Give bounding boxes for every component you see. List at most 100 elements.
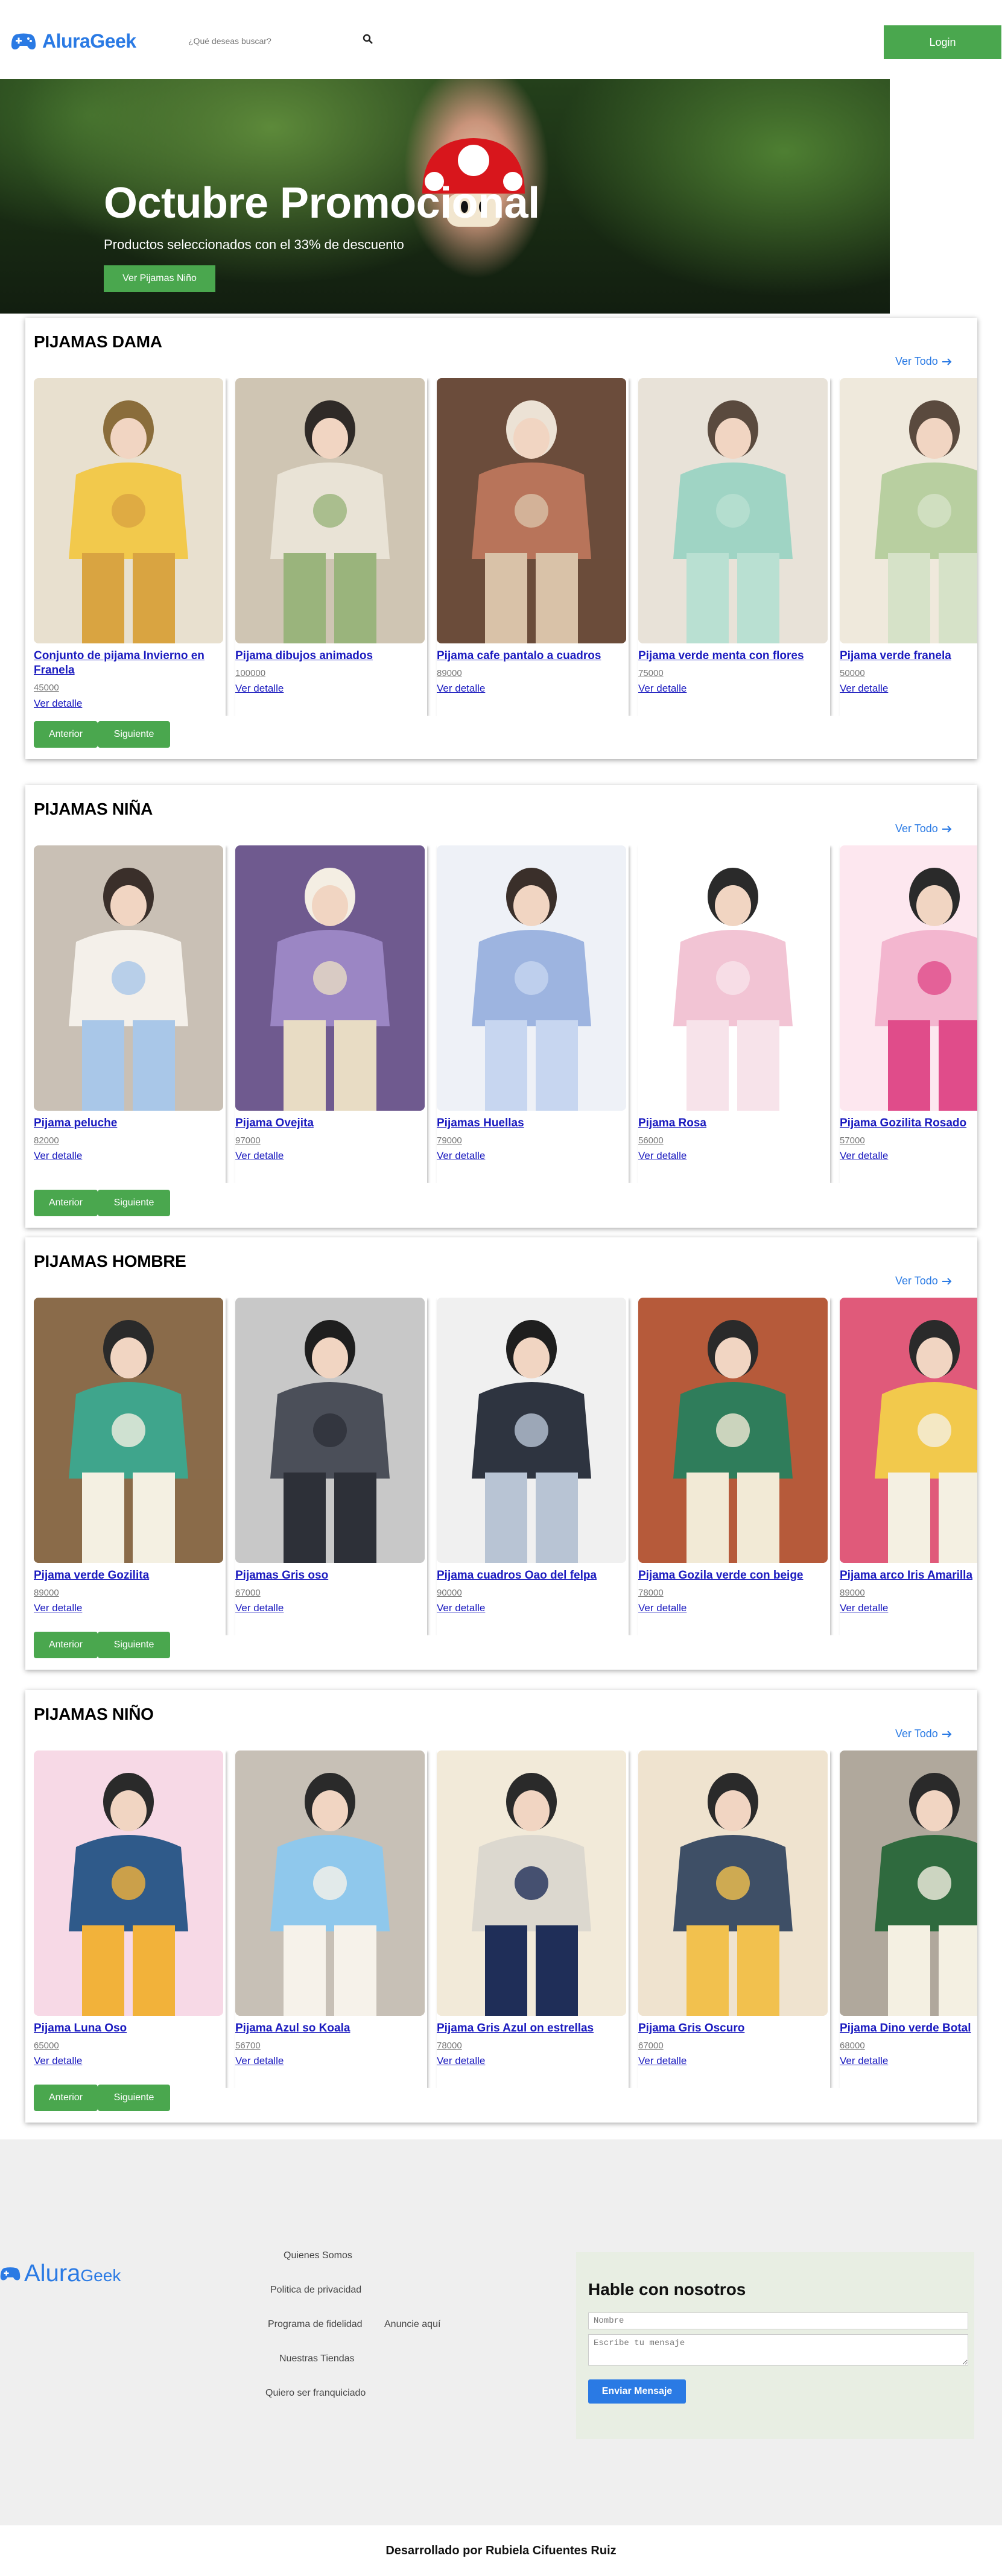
ver-detalle-link[interactable]: Ver detalle — [840, 1150, 888, 1162]
product-image[interactable] — [34, 845, 223, 1111]
ver-detalle-link[interactable]: Ver detalle — [34, 698, 82, 710]
product-image[interactable] — [34, 1750, 223, 2016]
product-name-link[interactable]: Pijama Gris Oscuro — [638, 2021, 830, 2036]
footer-link-privacidad[interactable]: Politica de privacidad — [270, 2285, 361, 2296]
ver-todo-link[interactable]: Ver Todo — [895, 822, 953, 835]
ver-todo-label: Ver Todo — [895, 1728, 938, 1740]
product-image[interactable] — [638, 378, 828, 643]
product-image[interactable] — [34, 1298, 223, 1563]
product-price: 68000 — [840, 2041, 865, 2051]
footer-link-anuncie[interactable]: Anuncie aquí — [384, 2319, 440, 2330]
ver-detalle-link[interactable]: Ver detalle — [34, 2055, 82, 2067]
product-image[interactable] — [840, 1750, 977, 2016]
ver-detalle-link[interactable]: Ver detalle — [638, 1602, 686, 1614]
product-image[interactable] — [437, 845, 626, 1111]
ver-todo-link[interactable]: Ver Todo — [895, 1275, 953, 1287]
ver-detalle-link[interactable]: Ver detalle — [840, 1602, 888, 1614]
product-price: 89000 — [840, 1588, 865, 1598]
product-price: 82000 — [34, 1135, 59, 1146]
section-pijamas-niña: PIJAMAS NIÑA Ver Todo Pijama peluche 82000 V… — [25, 785, 977, 1228]
footer-link-franquiciado[interactable]: Quiero ser franquiciado — [265, 2388, 366, 2399]
ver-detalle-link[interactable]: Ver detalle — [840, 683, 888, 695]
product-card: Pijama Dino verde Botal 68000 Ver detalle — [840, 1750, 977, 2088]
ver-detalle-link[interactable]: Ver detalle — [638, 683, 686, 695]
contact-name-input[interactable] — [588, 2312, 968, 2329]
product-name-link[interactable]: Pijama Gozilita Rosado — [840, 1116, 977, 1131]
ver-detalle-link[interactable]: Ver detalle — [34, 1150, 82, 1162]
product-image[interactable] — [235, 845, 425, 1111]
product-name-link[interactable]: Pijama cuadros Oao del felpa — [437, 1568, 629, 1583]
product-image[interactable] — [840, 378, 977, 643]
product-name-link[interactable]: Pijama peluche — [34, 1116, 226, 1131]
product-price: 57000 — [840, 1135, 865, 1146]
product-name-link[interactable]: Pijamas Gris oso — [235, 1568, 427, 1583]
product-name-link[interactable]: Pijama arco Iris Amarilla — [840, 1568, 977, 1583]
product-name-link[interactable]: Pijama cafe pantalo a cuadros — [437, 649, 629, 663]
siguiente-button[interactable]: Siguiente — [98, 2085, 170, 2111]
product-image[interactable] — [638, 845, 828, 1111]
footer-link-quienes-somos[interactable]: Quienes Somos — [284, 2250, 352, 2261]
product-image[interactable] — [34, 378, 223, 643]
section-title: PIJAMAS NIÑO — [34, 1705, 154, 1723]
ver-detalle-link[interactable]: Ver detalle — [638, 2055, 686, 2067]
product-card: Pijama Azul so Koala 56700 Ver detalle — [235, 1750, 428, 2088]
product-image[interactable] — [638, 1298, 828, 1563]
product-name-link[interactable]: Pijama verde franela — [840, 649, 977, 663]
product-name-link[interactable]: Pijama Gris Azul on estrellas — [437, 2021, 629, 2036]
anterior-button[interactable]: Anterior — [34, 2085, 98, 2111]
ver-detalle-link[interactable]: Ver detalle — [235, 1150, 284, 1162]
anterior-button[interactable]: Anterior — [34, 721, 98, 748]
ver-detalle-link[interactable]: Ver detalle — [437, 1150, 485, 1162]
ver-detalle-link[interactable]: Ver detalle — [235, 1602, 284, 1614]
product-name-link[interactable]: Pijamas Huellas — [437, 1116, 629, 1131]
anterior-button[interactable]: Anterior — [34, 1190, 98, 1216]
ver-detalle-link[interactable]: Ver detalle — [437, 2055, 485, 2067]
product-image[interactable] — [638, 1750, 828, 2016]
ver-detalle-link[interactable]: Ver detalle — [437, 1602, 485, 1614]
ver-detalle-link[interactable]: Ver detalle — [840, 2055, 888, 2067]
product-image[interactable] — [235, 1750, 425, 2016]
ver-detalle-link[interactable]: Ver detalle — [235, 683, 284, 695]
siguiente-button[interactable]: Siguiente — [98, 1632, 170, 1658]
ver-detalle-link[interactable]: Ver detalle — [638, 1150, 686, 1162]
logo[interactable]: AluraGeek — [11, 30, 136, 52]
product-name-link[interactable]: Pijama Luna Oso — [34, 2021, 226, 2036]
product-name-link[interactable]: Pijama Ovejita — [235, 1116, 427, 1131]
login-button[interactable]: Login — [884, 25, 1001, 59]
ver-todo-link[interactable]: Ver Todo — [895, 1728, 953, 1740]
product-name-link[interactable]: Pijama Gozila verde con beige — [638, 1568, 830, 1583]
product-card: Conjunto de pijama Invierno en Franela 45… — [34, 378, 227, 716]
footer-logo[interactable]: AluraGeek — [0, 2260, 121, 2287]
section-pijamas-niño: PIJAMAS NIÑO Ver Todo Pijama Luna Oso 65000… — [25, 1690, 977, 2123]
product-name-link[interactable]: Pijama verde menta con flores — [638, 649, 830, 663]
product-name-link[interactable]: Pijama Dino verde Botal — [840, 2021, 977, 2036]
product-name-link[interactable]: Pijama verde Gozilita — [34, 1568, 226, 1583]
contact-message-input[interactable] — [588, 2334, 968, 2366]
product-card: Pijama dibujos animados 100000 Ver detalle — [235, 378, 428, 716]
siguiente-button[interactable]: Siguiente — [98, 1190, 170, 1216]
ver-detalle-link[interactable]: Ver detalle — [437, 683, 485, 695]
send-message-button[interactable]: Enviar Mensaje — [588, 2379, 686, 2404]
footer-link-fidelidad[interactable]: Programa de fidelidad — [268, 2319, 363, 2330]
product-name-link[interactable]: Pijama dibujos animados — [235, 649, 427, 663]
product-image[interactable] — [235, 1298, 425, 1563]
product-image[interactable] — [840, 1298, 977, 1563]
ver-todo-link[interactable]: Ver Todo — [895, 355, 953, 368]
siguiente-button[interactable]: Siguiente — [98, 721, 170, 748]
product-image[interactable] — [437, 1298, 626, 1563]
ver-detalle-link[interactable]: Ver detalle — [235, 2055, 284, 2067]
ver-detalle-link[interactable]: Ver detalle — [34, 1602, 82, 1614]
product-image[interactable] — [437, 1750, 626, 2016]
search-input[interactable] — [188, 30, 351, 52]
anterior-button[interactable]: Anterior — [34, 1632, 98, 1658]
product-name-link[interactable]: Conjunto de pijama Invierno en Franela — [34, 649, 226, 678]
search-bar — [188, 30, 381, 52]
product-image[interactable] — [235, 378, 425, 643]
product-name-link[interactable]: Pijama Rosa — [638, 1116, 830, 1131]
product-name-link[interactable]: Pijama Azul so Koala — [235, 2021, 427, 2036]
product-image[interactable] — [437, 378, 626, 643]
search-icon[interactable] — [363, 34, 373, 45]
footer-link-tiendas[interactable]: Nuestras Tiendas — [279, 2353, 355, 2364]
hero-cta-button[interactable]: Ver Pijamas Niño — [104, 265, 215, 292]
product-image[interactable] — [840, 845, 977, 1111]
